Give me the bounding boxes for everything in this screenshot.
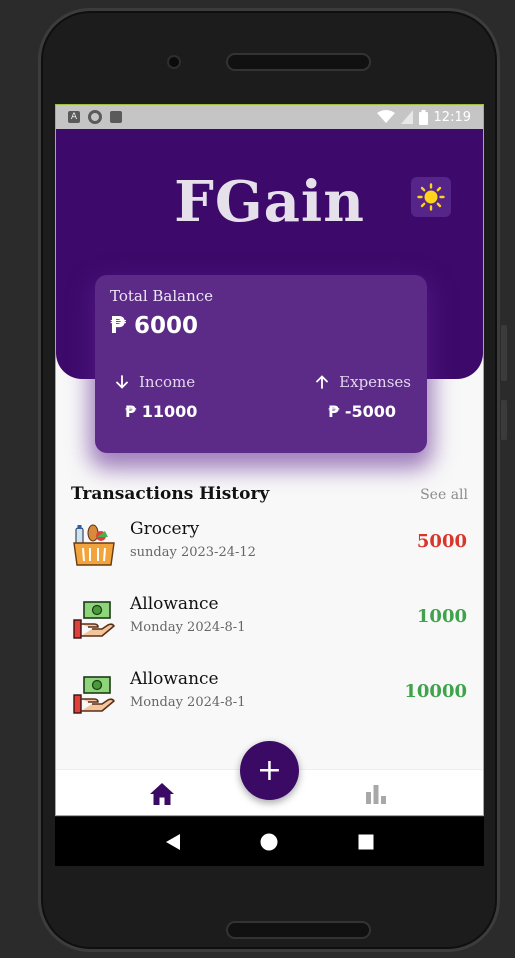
expenses-value: ₱ -5000 xyxy=(328,402,396,421)
battery-icon xyxy=(418,109,428,125)
top-speaker xyxy=(226,53,371,71)
bottom-speaker xyxy=(226,921,371,939)
nav-home-button[interactable] xyxy=(149,782,175,810)
transaction-name: Grocery xyxy=(130,519,200,539)
total-balance-label: Total Balance xyxy=(110,287,214,305)
grocery-basket-icon xyxy=(73,524,115,566)
home-icon xyxy=(150,783,174,805)
transactions-history-title: Transactions History xyxy=(71,484,270,504)
income-label: Income xyxy=(139,373,196,391)
transaction-row[interactable]: Allowance Monday 2024-8-1 10000 xyxy=(56,667,483,727)
volume-button xyxy=(501,325,507,381)
sun-icon xyxy=(417,183,445,211)
signal-icon xyxy=(400,110,413,124)
transaction-date: Monday 2024-8-1 xyxy=(130,695,246,710)
cash-hand-icon xyxy=(73,676,115,714)
expenses-label: Expenses xyxy=(339,373,411,391)
power-button xyxy=(501,400,507,440)
wifi-icon xyxy=(376,110,395,123)
transaction-amount: 10000 xyxy=(404,681,467,702)
transaction-amount: 1000 xyxy=(416,606,467,627)
add-transaction-button[interactable]: + xyxy=(240,741,299,800)
record-icon xyxy=(88,110,102,124)
arrow-up-icon xyxy=(316,375,329,389)
total-balance-value: ₱ 6000 xyxy=(110,313,199,339)
arrow-down-icon xyxy=(116,375,128,389)
front-camera xyxy=(167,55,181,69)
cash-hand-icon xyxy=(73,601,115,639)
a-notification-icon: A xyxy=(68,111,80,123)
transaction-row[interactable]: Allowance Monday 2024-8-1 1000 xyxy=(56,592,483,652)
income-value: ₱ 11000 xyxy=(125,402,198,421)
transaction-date: sunday 2023-24-12 xyxy=(130,545,256,560)
status-bar: A 12:19 xyxy=(56,105,483,129)
expenses-label-group: Expenses xyxy=(315,373,411,391)
transaction-amount: 5000 xyxy=(416,531,467,552)
see-all-link[interactable]: See all xyxy=(420,487,468,503)
balance-card: Total Balance ₱ 6000 Income Expenses ₱ 1… xyxy=(95,275,427,453)
back-icon[interactable] xyxy=(165,833,181,851)
app-screen: A 12:19 FGain Total Balance ₱ 6000 Incom… xyxy=(55,104,484,816)
theme-toggle-button[interactable] xyxy=(411,177,451,217)
recents-icon[interactable] xyxy=(358,834,374,850)
transaction-date: Monday 2024-8-1 xyxy=(130,620,246,635)
android-navigation-bar xyxy=(55,817,484,866)
transaction-name: Allowance xyxy=(130,669,219,689)
home-circle-icon[interactable] xyxy=(260,833,278,851)
transaction-name: Allowance xyxy=(130,594,219,614)
income-label-group: Income xyxy=(115,373,195,391)
bar-chart-icon xyxy=(366,785,386,804)
status-time: 12:19 xyxy=(433,109,471,125)
nav-stats-button[interactable] xyxy=(365,784,387,808)
sd-card-icon xyxy=(110,111,122,123)
transaction-row[interactable]: Grocery sunday 2023-24-12 5000 xyxy=(56,517,483,577)
